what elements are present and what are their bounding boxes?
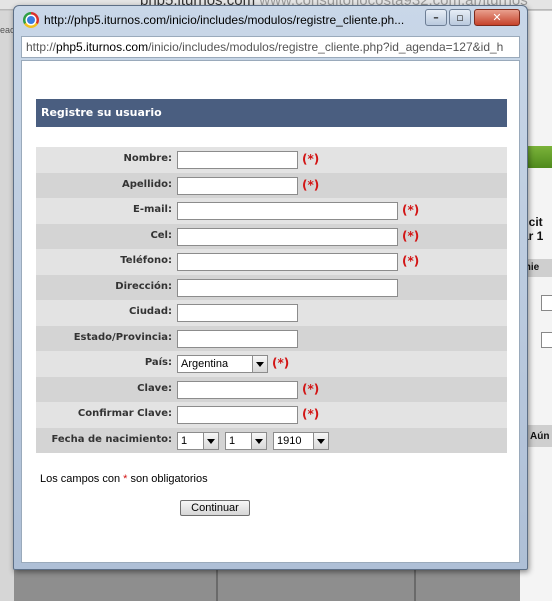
row-email: E-mail: (*) [36, 198, 507, 224]
label-cel: Cel: [150, 229, 172, 241]
pais-value: Argentina [181, 358, 229, 370]
required-mark: (*) [402, 228, 420, 243]
apellido-input[interactable] [177, 176, 298, 195]
label-direccion: Dirección: [115, 280, 172, 292]
ciudad-input[interactable] [177, 304, 298, 322]
registration-form: Nombre: (*) Apellido: (*) E-mail: (*) Ce… [36, 147, 507, 453]
address-bar[interactable]: http://php5.iturnos.com/inicio/includes/… [21, 36, 520, 58]
dia-value: 1 [181, 434, 188, 447]
required-mark: (*) [402, 203, 420, 217]
pais-select[interactable]: Argentina [177, 355, 268, 373]
label-telefono: Teléfono: [120, 255, 172, 266]
dia-select[interactable]: 1 [177, 431, 219, 450]
label-apellido: Apellido: [122, 178, 172, 190]
label-ciudad: Ciudad: [129, 306, 172, 317]
dropdown-arrow-icon [203, 432, 218, 449]
minimize-button[interactable]: – [425, 9, 447, 26]
dropdown-arrow-icon [313, 432, 328, 449]
background-text-4: Aún [530, 431, 550, 442]
row-telefono: Teléfono: (*) [36, 249, 507, 275]
background-bottom-bar [14, 570, 520, 601]
confirmar-input[interactable] [177, 406, 298, 424]
address-prefix: http:// [26, 40, 57, 54]
required-mark: (*) [302, 381, 320, 396]
cel-input[interactable] [177, 227, 398, 246]
label-pais: País: [144, 357, 172, 368]
required-mark: (*) [272, 356, 290, 370]
maximize-button[interactable]: ▫ [449, 9, 471, 26]
label-estado: Estado/Provincia: [73, 331, 172, 343]
clave-input[interactable] [177, 380, 298, 399]
row-estado: Estado/Provincia: [36, 325, 507, 351]
required-mark: (*) [302, 407, 320, 421]
required-mark: (*) [402, 254, 420, 268]
page-content: Registre su usuario Nombre: (*) Apellido… [21, 60, 520, 563]
dropdown-arrow-icon [252, 356, 267, 372]
label-email: E-mail: [132, 204, 172, 215]
required-mark: (*) [302, 152, 320, 166]
email-input[interactable] [177, 202, 398, 220]
row-clave: Clave: (*) [36, 376, 507, 402]
form-header: Registre su usuario [36, 99, 507, 127]
row-direccion: Dirección: [36, 274, 507, 300]
row-ciudad: Ciudad: [36, 300, 507, 326]
dropdown-arrow-icon [251, 432, 266, 449]
label-clave: Clave: [137, 382, 172, 394]
label-confirmar: Confirmar Clave: [77, 408, 172, 419]
close-button[interactable]: ✕ [474, 9, 520, 26]
row-confirmar: Confirmar Clave: (*) [36, 402, 507, 428]
row-fecha: Fecha de nacimiento: 1 1 1910 [36, 427, 507, 453]
row-pais: País: Argentina (*) [36, 351, 507, 377]
row-apellido: Apellido: (*) [36, 172, 507, 198]
mes-value: 1 [229, 434, 236, 447]
row-cel: Cel: (*) [36, 223, 507, 249]
required-mark: (*) [302, 177, 320, 192]
background-checkbox-2 [541, 332, 552, 348]
label-fecha: Fecha de nacimiento: [51, 433, 172, 445]
continue-button[interactable]: Continuar [180, 500, 250, 516]
nombre-input[interactable] [177, 151, 298, 169]
direccion-input[interactable] [177, 278, 398, 297]
row-nombre: Nombre: (*) [36, 147, 507, 173]
mes-select[interactable]: 1 [225, 431, 267, 450]
anio-value: 1910 [277, 434, 302, 447]
chrome-icon [23, 12, 39, 28]
label-nombre: Nombre: [123, 153, 172, 164]
anio-select[interactable]: 1910 [273, 431, 329, 450]
address-path: /inicio/includes/modulos/registre_client… [148, 40, 504, 54]
background-left-strip: eac [0, 11, 15, 601]
address-host: php5.iturnos.com [56, 40, 149, 54]
estado-input[interactable] [177, 329, 298, 348]
title-bar[interactable]: http://php5.iturnos.com/inicio/includes/… [14, 6, 527, 34]
required-note: Los campos con * son obligatorios [40, 473, 208, 485]
window-title: http://php5.iturnos.com/inicio/includes/… [44, 13, 405, 27]
background-checkbox-1 [541, 295, 552, 311]
popup-window: http://php5.iturnos.com/inicio/includes/… [13, 5, 528, 570]
telefono-input[interactable] [177, 253, 398, 271]
